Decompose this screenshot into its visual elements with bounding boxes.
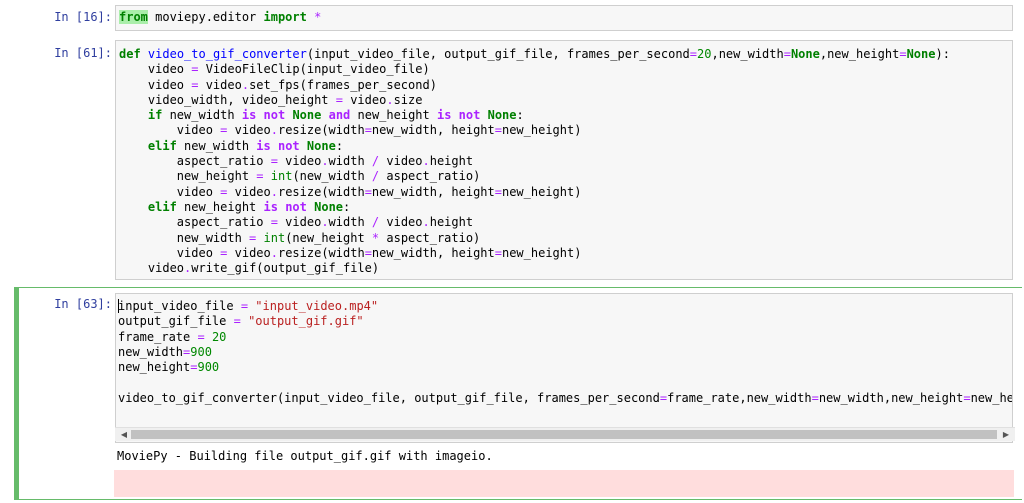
scroll-right-icon[interactable]: ▶ bbox=[999, 428, 1013, 442]
code-cell-1[interactable]: In [16]: from moviepy.editor import * bbox=[0, 0, 1024, 40]
code-cell-3[interactable]: In [63]: input_video_file = "input_video… bbox=[0, 287, 1024, 500]
code-text[interactable]: from moviepy.editor import * bbox=[119, 10, 321, 25]
stderr-output-area bbox=[114, 470, 1014, 497]
cell-prompt: In [16]: bbox=[54, 10, 112, 24]
scrollbar-thumb[interactable] bbox=[131, 430, 997, 439]
cell-input[interactable]: def video_to_gif_converter(input_video_f… bbox=[115, 40, 1013, 280]
horizontal-scrollbar[interactable]: ◀ ▶ bbox=[115, 427, 1015, 441]
text-cursor bbox=[118, 299, 119, 313]
scroll-left-icon[interactable]: ◀ bbox=[117, 428, 131, 442]
cell-prompt: In [63]: bbox=[54, 297, 112, 311]
code-cell-2[interactable]: In [61]: def video_to_gif_converter(inpu… bbox=[0, 40, 1024, 280]
code-text[interactable]: def video_to_gif_converter(input_video_f… bbox=[119, 47, 950, 276]
code-text[interactable]: input_video_file = "input_video.mp4" out… bbox=[118, 299, 1012, 406]
cell-input[interactable]: from moviepy.editor import * bbox=[115, 5, 1013, 31]
cell-input[interactable]: input_video_file = "input_video.mp4" out… bbox=[115, 293, 1013, 443]
cell-prompt: In [61]: bbox=[54, 46, 112, 60]
cell-output-text: MoviePy - Building file output_gif.gif w… bbox=[117, 449, 493, 463]
